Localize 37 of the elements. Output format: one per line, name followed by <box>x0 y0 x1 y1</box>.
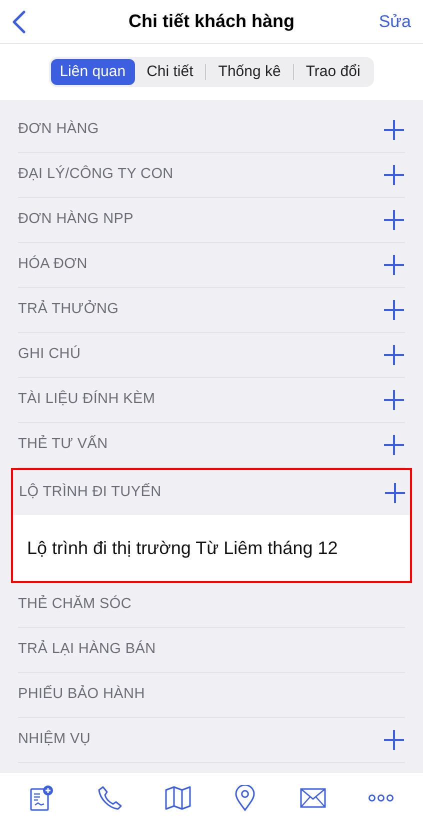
add-icon[interactable] <box>384 482 406 504</box>
add-icon[interactable] <box>383 729 405 751</box>
section-label: GHI CHÚ <box>18 344 81 364</box>
segment-tab[interactable]: Trao đổi <box>294 59 372 85</box>
add-icon[interactable] <box>383 164 405 186</box>
section-label: HÓA ĐƠN <box>18 254 88 274</box>
add-icon[interactable] <box>383 344 405 366</box>
location-pin-icon[interactable] <box>235 784 256 810</box>
section-label: TRẢ LẠI HÀNG BÁN <box>18 639 156 660</box>
back-icon <box>12 10 26 34</box>
section-label: TÀI LIỆU ĐÍNH KÈM <box>18 389 156 410</box>
section-label: THẺ CHĂM SÓC <box>18 594 132 614</box>
segment-tab[interactable]: Thống kê <box>206 59 293 85</box>
add-icon[interactable] <box>383 434 405 456</box>
segment-tab[interactable]: Chi tiết <box>134 59 206 85</box>
section-label: ĐƠN HÀNG <box>18 119 99 140</box>
section-label: PHIẾU BẢO HÀNH <box>18 684 145 704</box>
section-label: LỘ TRÌNH ĐI TUYẾN <box>19 482 162 502</box>
section-label: TRẢ THƯỞNG <box>18 299 119 320</box>
section-label: ĐƠN HÀNG NPP <box>18 209 134 230</box>
add-icon[interactable] <box>383 119 405 141</box>
phone-icon[interactable] <box>96 784 123 810</box>
section-label: ĐẠI LÝ/CÔNG TY CON <box>18 164 174 184</box>
mail-icon[interactable] <box>300 788 326 808</box>
segment-tab[interactable]: Liên quan <box>50 59 135 85</box>
list-item[interactable]: Lộ trình đi thị trường Từ Liêm tháng 12 <box>13 515 410 581</box>
add-icon[interactable] <box>383 299 405 321</box>
document-add-icon[interactable] <box>30 784 54 810</box>
map-icon[interactable] <box>164 786 191 810</box>
section-label: NHIỆM VỤ <box>18 729 90 750</box>
screen-title: Chi tiết khách hàng <box>128 10 295 33</box>
section-label: THẺ TƯ VẤN <box>18 434 108 454</box>
add-icon[interactable] <box>383 254 405 276</box>
add-icon[interactable] <box>383 209 405 231</box>
more-icon[interactable] <box>368 794 394 802</box>
add-icon[interactable] <box>383 389 405 411</box>
edit-button[interactable]: Sửa <box>371 8 411 34</box>
